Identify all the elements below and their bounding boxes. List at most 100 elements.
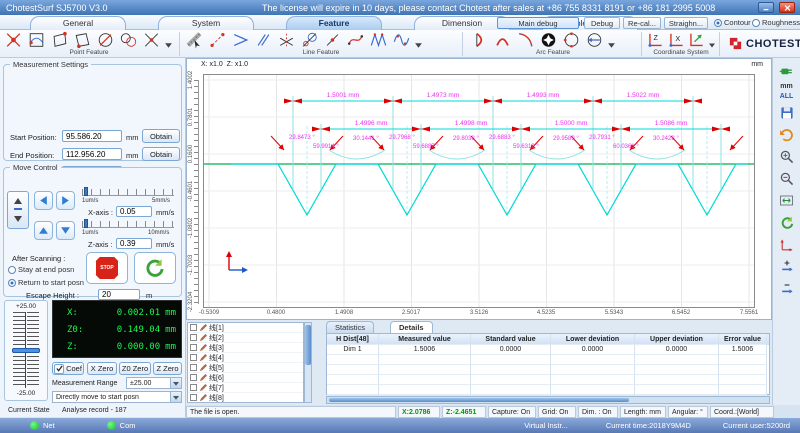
length-unit-status[interactable]: Length: mm	[620, 406, 666, 418]
scale-thumb[interactable]	[12, 348, 40, 353]
list-item[interactable]: 线[7]	[188, 383, 303, 393]
sample-line-icon[interactable]	[184, 31, 205, 49]
checkbox-icon[interactable]	[190, 324, 197, 331]
move-mode-select[interactable]: Directly move to start posn	[52, 391, 182, 403]
z0-zero-button[interactable]: Z0 Zero	[119, 362, 151, 375]
results-table[interactable]: H Dist[48] Measured value Standard value Lo…	[326, 333, 770, 395]
obtain-end-button[interactable]: Obtain	[142, 147, 180, 161]
straighten-button[interactable]: Straighn...	[664, 17, 708, 29]
curve-line-icon[interactable]	[345, 31, 366, 49]
x-origin-icon[interactable]: X	[667, 31, 686, 49]
tab-statistics[interactable]: Statistics	[326, 321, 375, 333]
list-item[interactable]: 线[4]	[188, 353, 303, 363]
chevron-down-icon[interactable]	[170, 378, 181, 388]
return-to-start-radio[interactable]: Return to start posn	[8, 278, 84, 287]
obtain-start-button[interactable]: Obtain	[142, 129, 180, 143]
list-item[interactable]: 线[6]	[188, 373, 303, 383]
contour-radio-icon[interactable]	[714, 18, 722, 27]
undo-icon[interactable]	[777, 125, 797, 144]
roughness-radio-icon[interactable]	[752, 18, 760, 27]
arc-point-icon[interactable]	[26, 31, 47, 49]
contour-plot-canvas[interactable]	[203, 74, 755, 308]
checkbox-icon[interactable]	[190, 384, 197, 391]
point-icon[interactable]	[3, 31, 24, 49]
quad-point2-icon[interactable]	[72, 31, 93, 49]
circle-diameter-icon[interactable]	[584, 31, 605, 49]
bisector-line-icon[interactable]	[276, 31, 297, 49]
angular-unit-status[interactable]: Angular: °	[668, 406, 708, 418]
wave-m-icon[interactable]	[368, 31, 389, 49]
recal-button[interactable]: Re-cal...	[623, 17, 661, 29]
tab-feature[interactable]: Feature	[286, 16, 382, 30]
escape-height-input[interactable]	[98, 289, 140, 300]
list-item[interactable]: 线[1]	[188, 323, 303, 333]
dim-toggle[interactable]: Dim. : On	[578, 406, 618, 418]
align-coord-icon[interactable]	[687, 31, 706, 49]
table-row[interactable]	[327, 355, 769, 365]
show-all-button[interactable]: ALL	[780, 93, 794, 100]
coord-group-caret-icon[interactable]	[708, 41, 716, 50]
feature-list-scrollbar[interactable]	[304, 322, 312, 403]
z-speed-slider-thumb[interactable]	[84, 219, 88, 228]
debug-button[interactable]: Debug	[584, 17, 620, 29]
coef-checkbox[interactable]: Coef	[52, 362, 84, 375]
start-position-input[interactable]	[62, 130, 122, 142]
wave-n-icon[interactable]	[391, 31, 412, 49]
move-right-button[interactable]	[56, 191, 75, 210]
fit-view-icon[interactable]	[777, 191, 797, 210]
contour-radio[interactable]: Contour	[714, 18, 751, 27]
circle-points-icon[interactable]	[561, 31, 582, 49]
axes-icon[interactable]	[777, 235, 797, 254]
table-row[interactable]: Dim 1 1.5006 0.0000 0.0000 0.0000 1.5006	[327, 345, 769, 355]
arc-d-icon[interactable]	[469, 31, 490, 49]
z-speed-input[interactable]	[116, 238, 152, 249]
tab-system[interactable]: System	[158, 16, 254, 30]
table-row[interactable]	[327, 365, 769, 375]
checkbox-icon[interactable]	[190, 374, 197, 381]
x-speed-input[interactable]	[116, 206, 152, 217]
x-speed-slider-thumb[interactable]	[84, 187, 88, 196]
checkbox-icon[interactable]	[190, 354, 197, 361]
main-debug-button[interactable]: Main debug	[497, 17, 579, 29]
move-left-button[interactable]	[34, 191, 53, 210]
angle-lines-icon[interactable]	[230, 31, 251, 49]
circles-point-icon[interactable]	[118, 31, 139, 49]
checkbox-icon[interactable]	[190, 364, 197, 371]
two-point-line-icon[interactable]	[207, 31, 228, 49]
virtual-instr-item[interactable]: Virtual Instr...	[524, 421, 568, 430]
line-group-caret-icon[interactable]	[414, 41, 423, 50]
coord-system-status[interactable]: Coord.:[World]	[710, 406, 774, 418]
x-zero-button[interactable]: X Zero	[87, 362, 117, 375]
arc-n-icon[interactable]	[492, 31, 513, 49]
minimize-button[interactable]	[758, 2, 774, 13]
reconnect-button[interactable]	[134, 252, 176, 284]
capture-toggle[interactable]: Capture: On	[488, 406, 536, 418]
checkbox-icon[interactable]	[190, 344, 197, 351]
list-item[interactable]: 线[3]	[188, 343, 303, 353]
quad-point-icon[interactable]	[49, 31, 70, 49]
zoom-out-icon[interactable]	[777, 169, 797, 188]
checkbox-icon[interactable]	[190, 334, 197, 341]
point-line-icon[interactable]	[322, 31, 343, 49]
close-button[interactable]	[779, 2, 795, 13]
measurement-range-select[interactable]: ±25.00	[126, 377, 182, 389]
stay-at-end-radio-icon[interactable]	[8, 265, 16, 274]
scrollbar-thumb[interactable]	[305, 325, 311, 365]
zoom-in-icon[interactable]	[777, 147, 797, 166]
x-speed-slider[interactable]	[82, 187, 174, 196]
step-minus-icon[interactable]	[777, 279, 797, 298]
stay-at-end-radio[interactable]: Stay at end posn	[8, 265, 74, 274]
arc-group-caret-icon[interactable]	[607, 41, 616, 50]
end-position-input[interactable]	[62, 148, 122, 160]
stop-button[interactable]: STOP	[86, 252, 128, 284]
ellipse-point-icon[interactable]	[95, 31, 116, 49]
list-item[interactable]: 线[8]	[188, 393, 303, 402]
z-speed-slider[interactable]	[82, 219, 174, 228]
feature-list[interactable]: 线[1] 线[2] 线[3] 线[4] 线[5] 线[6] 线[7] 线[8]	[187, 322, 304, 403]
z-origin-icon[interactable]: Z	[646, 31, 665, 49]
checkbox-icon[interactable]	[190, 394, 197, 401]
move-up-button[interactable]	[34, 221, 53, 240]
refresh-view-icon[interactable]	[777, 213, 797, 232]
connect-icon[interactable]	[777, 61, 797, 80]
chevron-down-icon[interactable]	[170, 392, 181, 402]
